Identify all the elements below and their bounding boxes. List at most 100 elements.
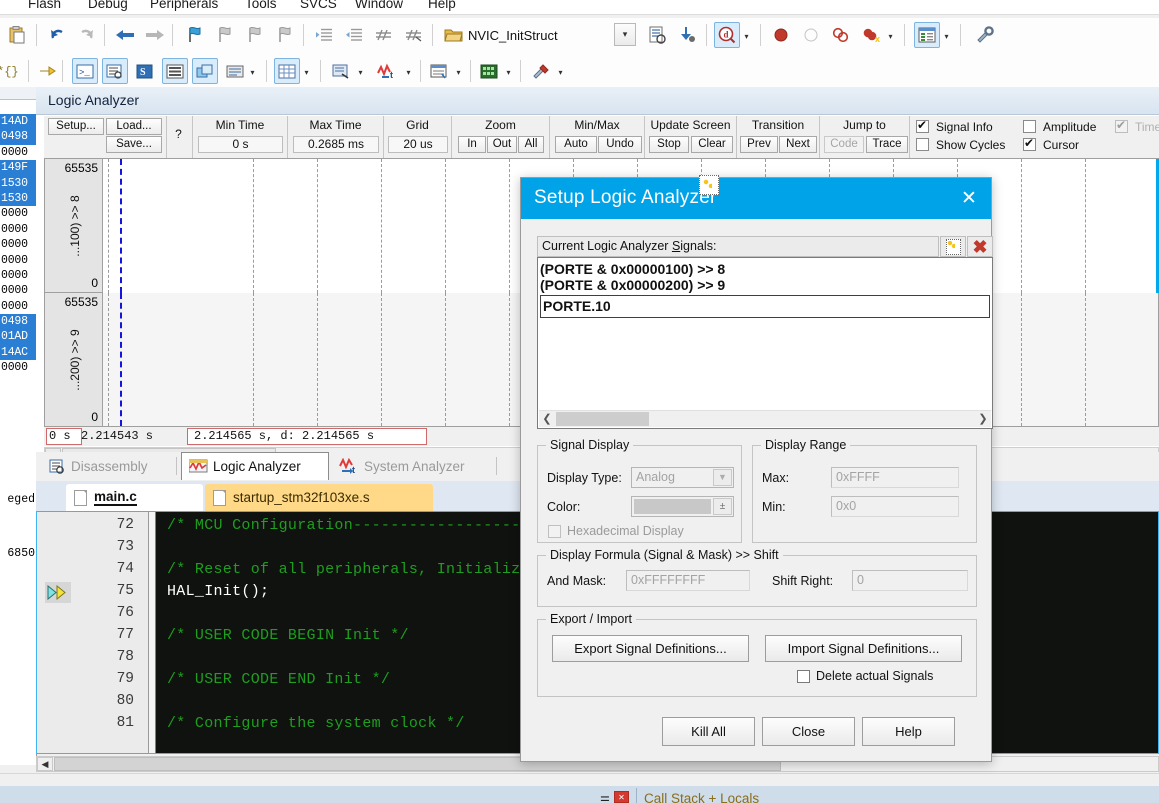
breakpoint-icon[interactable] bbox=[768, 22, 794, 48]
export-signal-definitions-button[interactable]: Export Signal Definitions... bbox=[552, 635, 749, 662]
symbols-icon[interactable]: S bbox=[132, 58, 158, 84]
min-time-value[interactable]: 0 s bbox=[198, 136, 283, 153]
setup-button[interactable]: Setup... bbox=[48, 118, 104, 135]
help-button[interactable]: Help bbox=[862, 717, 955, 746]
open-folder-icon[interactable] bbox=[440, 22, 466, 48]
chevron-down-icon[interactable] bbox=[886, 32, 895, 41]
register-row[interactable]: 0000 bbox=[0, 360, 36, 375]
bookmark-icon[interactable] bbox=[181, 22, 207, 48]
symbol-combo-value[interactable]: NVIC_InitStruct bbox=[468, 28, 558, 43]
chevron-down-icon[interactable] bbox=[302, 68, 311, 77]
chevron-down-icon[interactable] bbox=[942, 32, 951, 41]
breakpoint-kill-icon[interactable]: x bbox=[858, 22, 884, 48]
tab-system-analyzer[interactable]: t System Analyzer bbox=[332, 452, 489, 480]
jump-to-trace-button[interactable]: Trace bbox=[866, 136, 908, 153]
close-button[interactable]: Close bbox=[762, 717, 855, 746]
signal-list-hscrollbar[interactable]: ❮ ❯ bbox=[539, 410, 991, 427]
help-button[interactable]: ? bbox=[167, 127, 190, 141]
max-time-value[interactable]: 0.2685 ms bbox=[293, 136, 379, 153]
search-jump-icon[interactable] bbox=[674, 22, 700, 48]
dialog-title-bar[interactable]: Setup Logic Analyzer ✕ bbox=[521, 175, 991, 219]
debug-session-icon[interactable]: d bbox=[714, 22, 740, 48]
registers-icon[interactable] bbox=[162, 58, 188, 84]
transition-prev-button[interactable]: Prev bbox=[740, 136, 778, 153]
chevron-down-icon[interactable] bbox=[504, 68, 513, 77]
signal-edit-input[interactable]: PORTE.10 bbox=[540, 295, 990, 318]
brace-icon[interactable]: *{} bbox=[0, 58, 20, 84]
forward-arrow-icon[interactable] bbox=[142, 22, 168, 48]
register-row[interactable]: 1530 bbox=[0, 190, 36, 207]
register-row[interactable]: 0000 bbox=[0, 268, 36, 283]
minmax-auto-button[interactable]: Auto bbox=[555, 136, 597, 153]
scroll-left-arrow-icon[interactable]: ◀ bbox=[37, 757, 53, 771]
bookmark-prev-icon[interactable] bbox=[211, 22, 237, 48]
file-tab-main-c[interactable]: main.c bbox=[66, 484, 203, 511]
breakpoint-disabled-icon[interactable] bbox=[798, 22, 824, 48]
new-signal-icon[interactable] bbox=[940, 236, 966, 257]
paste-icon[interactable] bbox=[4, 22, 30, 48]
menu-item-window[interactable]: Window bbox=[355, 0, 403, 11]
kill-all-button[interactable]: Kill All bbox=[662, 717, 755, 746]
step-icon[interactable] bbox=[34, 58, 60, 84]
register-row[interactable]: 0000 bbox=[0, 299, 36, 314]
register-row[interactable]: 0000 bbox=[0, 237, 36, 252]
command-window-icon[interactable]: >_ bbox=[72, 58, 98, 84]
configure-icon[interactable] bbox=[972, 22, 998, 48]
chevron-down-icon[interactable] bbox=[356, 68, 365, 77]
toolbox-icon[interactable] bbox=[528, 58, 554, 84]
grid-value[interactable]: 20 us bbox=[388, 136, 448, 153]
pin-icon[interactable]: ⚌ bbox=[600, 791, 610, 803]
load-button[interactable]: Load... bbox=[106, 118, 162, 135]
scroll-right-arrow-icon[interactable]: ❯ bbox=[975, 411, 991, 427]
register-row[interactable]: 14AD bbox=[0, 114, 36, 130]
axis-start-value[interactable]: 0 s bbox=[46, 428, 82, 445]
zoom-all-button[interactable]: All bbox=[518, 136, 544, 153]
tab-logic-analyzer[interactable]: Logic Analyzer bbox=[181, 452, 329, 480]
comment-icon[interactable] bbox=[371, 22, 397, 48]
menu-item-tools[interactable]: Tools bbox=[245, 0, 277, 11]
menu-item-peripherals[interactable]: Peripherals bbox=[150, 0, 218, 11]
chevron-down-icon[interactable] bbox=[556, 68, 565, 77]
call-stack-icon[interactable] bbox=[192, 58, 218, 84]
chevron-down-icon[interactable] bbox=[404, 68, 413, 77]
tab-disassembly[interactable]: Disassembly bbox=[42, 452, 172, 480]
menu-item-help[interactable]: Help bbox=[428, 0, 456, 11]
register-row[interactable]: 0000 bbox=[0, 206, 36, 221]
cursor-checkbox[interactable] bbox=[1023, 136, 1036, 151]
menu-item-debug[interactable]: Debug bbox=[88, 0, 128, 11]
register-row[interactable]: 0000 bbox=[0, 283, 36, 298]
register-row[interactable]: 0498 bbox=[0, 314, 36, 330]
signal-list-item[interactable]: (PORTE & 0x00000200) >> 9 bbox=[540, 276, 990, 294]
save-button[interactable]: Save... bbox=[106, 136, 162, 153]
memory-icon[interactable] bbox=[274, 58, 300, 84]
breakpoint-toggle-icon[interactable] bbox=[828, 22, 854, 48]
zoom-out-button[interactable]: Out bbox=[487, 136, 517, 153]
serial-icon[interactable] bbox=[328, 58, 354, 84]
bookmark-next-icon[interactable] bbox=[241, 22, 267, 48]
update-clear-button[interactable]: Clear bbox=[691, 136, 733, 153]
register-row[interactable]: 01AD bbox=[0, 329, 36, 345]
register-row[interactable]: 14AC bbox=[0, 344, 36, 361]
update-stop-button[interactable]: Stop bbox=[649, 136, 689, 153]
scroll-left-arrow-icon[interactable]: ❮ bbox=[539, 411, 555, 427]
chevron-down-icon[interactable] bbox=[454, 68, 463, 77]
amplitude-checkbox[interactable] bbox=[1023, 120, 1036, 133]
menu-item-svcs[interactable]: SVCS bbox=[300, 0, 337, 11]
logic-analyzer-icon[interactable]: t bbox=[374, 58, 400, 84]
show-cycles-checkbox[interactable] bbox=[916, 138, 929, 151]
signal-list[interactable]: (PORTE & 0x00000100) >> 8 (PORTE & 0x000… bbox=[537, 257, 993, 429]
register-row[interactable]: 0498 bbox=[0, 129, 36, 145]
window-layout-icon[interactable] bbox=[914, 22, 940, 48]
file-tab-startup-s[interactable]: startup_stm32f103xe.s bbox=[205, 484, 433, 511]
trace-icon[interactable] bbox=[426, 58, 452, 84]
insert-icon[interactable] bbox=[644, 22, 670, 48]
watch-icon[interactable] bbox=[222, 58, 248, 84]
system-analyzer-icon[interactable] bbox=[476, 58, 502, 84]
chevron-down-icon[interactable]: ▾ bbox=[614, 23, 636, 46]
chevron-down-icon[interactable] bbox=[742, 32, 751, 41]
register-row[interactable]: 0000 bbox=[0, 253, 36, 268]
transition-next-button[interactable]: Next bbox=[779, 136, 817, 153]
redo-icon[interactable] bbox=[74, 22, 100, 48]
delete-actual-signals-checkbox[interactable] bbox=[797, 670, 810, 683]
scrollbar-thumb[interactable] bbox=[556, 412, 649, 426]
